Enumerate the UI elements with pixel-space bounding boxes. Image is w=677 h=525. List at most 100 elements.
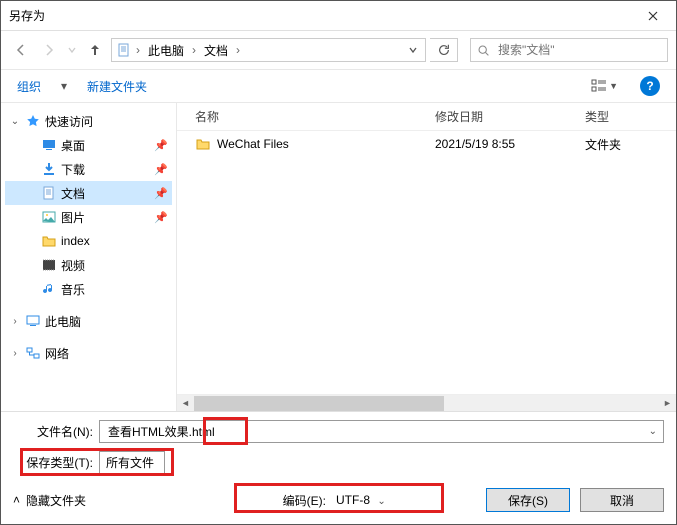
- col-name[interactable]: 名称: [177, 108, 427, 125]
- tree-network[interactable]: › 网络: [5, 341, 172, 365]
- search-box[interactable]: [470, 38, 668, 62]
- star-icon: [25, 113, 41, 129]
- scroll-right-arrow[interactable]: ►: [659, 395, 676, 412]
- back-button[interactable]: [9, 38, 33, 62]
- file-list[interactable]: WeChat Files 2021/5/19 8:55 文件夹: [177, 131, 676, 394]
- pc-icon: [25, 313, 41, 329]
- cancel-button-label: 取消: [610, 492, 634, 509]
- dropdown-icon: ▾: [61, 79, 67, 93]
- titlebar: 另存为: [1, 1, 676, 31]
- bottom-panel: 文件名(N): ⌄ 保存类型(T): 所有文件 ˄ 隐藏文件夹 编码(E): U…: [1, 411, 676, 524]
- pin-icon: 📌: [154, 139, 168, 152]
- hide-folders-toggle[interactable]: ˄ 隐藏文件夹: [13, 492, 86, 509]
- breadcrumb-root[interactable]: 此电脑: [144, 42, 188, 59]
- tree-quick-access[interactable]: ⌄ 快速访问: [5, 109, 172, 133]
- toolbar: 组织 ▾ 新建文件夹 ▼ ?: [1, 69, 676, 103]
- filetype-label: 保存类型(T):: [13, 454, 93, 471]
- desktop-icon: [41, 137, 57, 153]
- main-area: ⌄ 快速访问 桌面 📌 下载 📌 文档 📌 图片 📌: [1, 103, 676, 411]
- file-list-panel: 名称 修改日期 类型 WeChat Files 2021/5/19 8:55 文…: [176, 103, 676, 411]
- save-button[interactable]: 保存(S): [486, 488, 570, 512]
- chevron-up-icon: ˄: [13, 493, 20, 507]
- nav-tree: ⌄ 快速访问 桌面 📌 下载 📌 文档 📌 图片 📌: [1, 103, 176, 411]
- expand-icon[interactable]: ›: [9, 316, 21, 327]
- horizontal-scrollbar[interactable]: ◄ ►: [177, 394, 676, 411]
- expand-icon[interactable]: ›: [9, 348, 21, 359]
- forward-button[interactable]: [37, 38, 61, 62]
- tree-label: index: [61, 234, 90, 248]
- col-type[interactable]: 类型: [577, 108, 676, 125]
- tree-index[interactable]: index: [5, 229, 172, 253]
- filename-field[interactable]: ⌄: [99, 420, 664, 443]
- tree-this-pc[interactable]: › 此电脑: [5, 309, 172, 333]
- view-options-button[interactable]: ▼: [589, 77, 620, 95]
- dropdown-icon[interactable]: ⌄: [645, 426, 657, 437]
- recent-locations-button[interactable]: [65, 38, 79, 62]
- video-icon: [41, 257, 57, 273]
- chevron-right-icon: ›: [236, 43, 240, 57]
- tree-label: 快速访问: [45, 113, 93, 130]
- tree-documents[interactable]: 文档 📌: [5, 181, 172, 205]
- new-folder-button[interactable]: 新建文件夹: [87, 78, 147, 95]
- search-icon: [477, 44, 490, 57]
- pin-icon: 📌: [154, 163, 168, 176]
- tree-music[interactable]: 音乐: [5, 277, 172, 301]
- up-button[interactable]: [83, 38, 107, 62]
- encoding-label: 编码(E):: [283, 492, 326, 509]
- address-bar[interactable]: › 此电脑 › 文档 ›: [111, 38, 426, 62]
- folder-icon: [195, 136, 211, 152]
- document-icon: [41, 185, 57, 201]
- action-row: ˄ 隐藏文件夹 编码(E): UTF-8 ⌄ 保存(S) 取消: [13, 482, 664, 512]
- list-item[interactable]: WeChat Files 2021/5/19 8:55 文件夹: [177, 131, 676, 157]
- chevron-right-icon: ›: [192, 43, 196, 57]
- file-type: 文件夹: [577, 136, 676, 153]
- filetype-field[interactable]: 所有文件: [99, 451, 165, 474]
- filetype-row: 保存类型(T): 所有文件: [13, 451, 664, 474]
- breadcrumb-folder[interactable]: 文档: [200, 42, 232, 59]
- folder-icon: [41, 233, 57, 249]
- tree-downloads[interactable]: 下载 📌: [5, 157, 172, 181]
- encoding-field[interactable]: UTF-8 ⌄: [336, 493, 476, 507]
- collapse-icon[interactable]: ⌄: [9, 116, 21, 127]
- tree-label: 图片: [61, 209, 85, 226]
- window-buttons: [630, 1, 676, 31]
- music-icon: [41, 281, 57, 297]
- file-date: 2021/5/19 8:55: [427, 137, 577, 151]
- filetype-value: 所有文件: [106, 454, 154, 471]
- address-dropdown-button[interactable]: [405, 46, 421, 54]
- refresh-button[interactable]: [430, 38, 458, 62]
- pin-icon: 📌: [154, 187, 168, 200]
- tree-label: 视频: [61, 257, 85, 274]
- tree-desktop[interactable]: 桌面 📌: [5, 133, 172, 157]
- tree-label: 音乐: [61, 281, 85, 298]
- pin-icon: 📌: [154, 211, 168, 224]
- close-button[interactable]: [630, 1, 676, 31]
- hide-folders-label: 隐藏文件夹: [26, 492, 86, 509]
- download-icon: [41, 161, 57, 177]
- cancel-button[interactable]: 取消: [580, 488, 664, 512]
- organize-menu[interactable]: 组织: [17, 78, 41, 95]
- filename-row: 文件名(N): ⌄: [13, 420, 664, 443]
- filename-label: 文件名(N):: [13, 423, 93, 440]
- window-title: 另存为: [9, 7, 45, 24]
- chevron-right-icon: ›: [136, 43, 140, 57]
- tree-pictures[interactable]: 图片 📌: [5, 205, 172, 229]
- network-icon: [25, 345, 41, 361]
- scroll-left-arrow[interactable]: ◄: [177, 395, 194, 412]
- dropdown-icon[interactable]: ⌄: [373, 496, 385, 507]
- help-button[interactable]: ?: [640, 76, 660, 96]
- search-input[interactable]: [496, 42, 661, 58]
- tree-label: 此电脑: [45, 313, 81, 330]
- tree-label: 下载: [61, 161, 85, 178]
- file-name: WeChat Files: [217, 137, 289, 151]
- tree-videos[interactable]: 视频: [5, 253, 172, 277]
- tree-label: 网络: [45, 345, 69, 362]
- column-headers: 名称 修改日期 类型: [177, 103, 676, 131]
- scrollbar-thumb[interactable]: [194, 396, 444, 411]
- address-bar-row: › 此电脑 › 文档 ›: [1, 31, 676, 69]
- save-button-label: 保存(S): [508, 492, 548, 509]
- filename-input[interactable]: [106, 424, 645, 440]
- tree-label: 桌面: [61, 137, 85, 154]
- document-icon: [116, 42, 132, 58]
- col-date[interactable]: 修改日期: [427, 108, 577, 125]
